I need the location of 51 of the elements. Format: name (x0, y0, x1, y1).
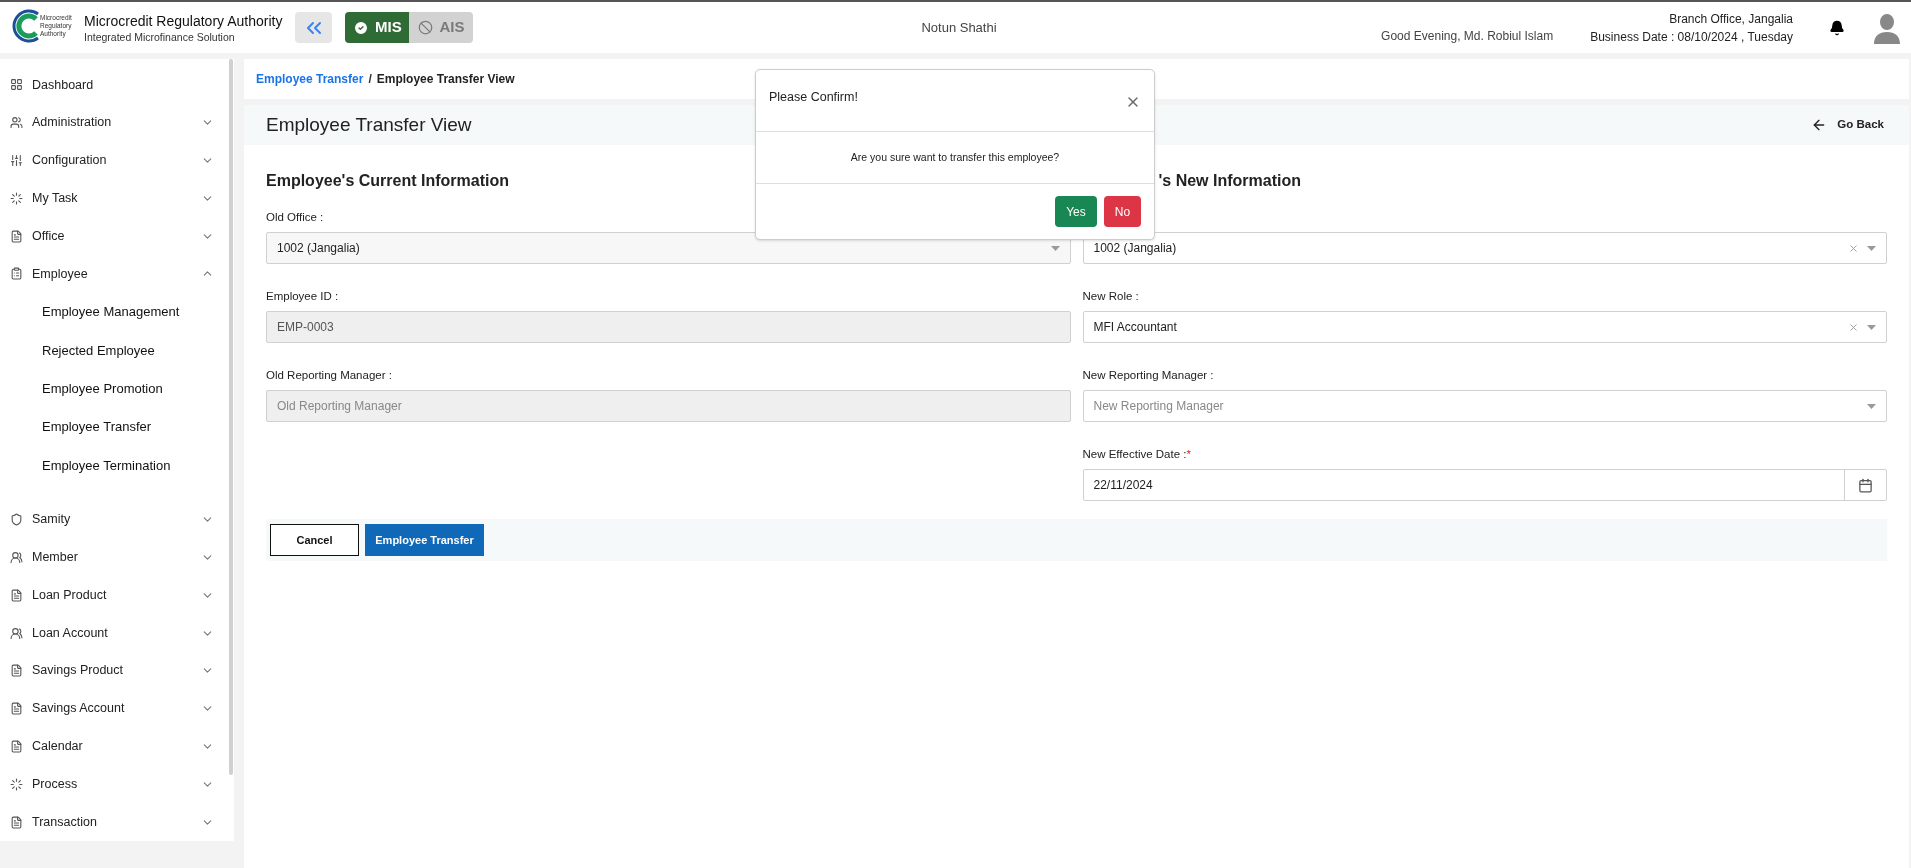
sidebar-item[interactable]: Office (0, 217, 234, 255)
cancel-button[interactable]: Cancel (270, 524, 359, 556)
breadcrumb-link[interactable]: Employee Transfer (256, 70, 364, 88)
sidebar-item[interactable]: Savings Product (0, 651, 234, 690)
field-label: Old Office : (266, 210, 325, 224)
field-label: New Role : (1082, 289, 1140, 303)
field-label: New Effective Date :* (1082, 447, 1192, 461)
sidebar-subitem[interactable]: Employee Management (0, 292, 234, 332)
select-field[interactable]: MFI Accountant (1082, 311, 1887, 343)
sidebar-item[interactable]: Samity (0, 500, 234, 539)
app-title: Notun Shathi (921, 18, 997, 37)
org-subtitle: Integrated Microfinance Solution (84, 29, 236, 44)
sidebar-item[interactable]: Configuration (0, 141, 234, 180)
sidebar-item[interactable]: Calendar (0, 727, 234, 766)
sidebar-item[interactable]: Member (0, 538, 234, 577)
sidebar-subitem[interactable]: Employee Termination (0, 446, 234, 485)
sidebar-item[interactable]: Transaction (0, 803, 234, 841)
breadcrumb-separator: / (368, 71, 372, 88)
select-field[interactable]: 1002 (Jangalia) (266, 232, 1071, 264)
yes-button[interactable]: Yes (1055, 196, 1097, 227)
sidebar-subitem[interactable]: Employee Promotion (0, 369, 234, 408)
field-label: Old Reporting Manager : (266, 368, 393, 382)
sidebar-item[interactable]: My Task (0, 179, 234, 218)
transfer-button[interactable]: Employee Transfer (365, 524, 484, 556)
sidebar-item[interactable]: Employee (0, 255, 234, 293)
sidebar-item[interactable]: Loan Product (0, 576, 234, 615)
select-field[interactable]: New Reporting Manager (1082, 390, 1887, 422)
greeting: Good Evening, Md. Robiul Islam (1381, 27, 1554, 45)
select-field[interactable]: 1002 (Jangalia) (1082, 232, 1887, 264)
section-heading: Employee's Current Information (266, 171, 510, 191)
go-back-button[interactable]: Go Back (1811, 116, 1884, 134)
dialog-title: Please Confirm! (769, 89, 858, 106)
sidebar-subitem[interactable]: Rejected Employee (0, 331, 234, 370)
date-field[interactable]: 22/11/2024 (1082, 469, 1887, 501)
sidebar-item[interactable]: Savings Account (0, 689, 234, 728)
sidebar-item[interactable]: Loan Account (0, 614, 234, 652)
field-label: Employee ID : (266, 289, 340, 303)
field-label: New Reporting Manager : (1082, 368, 1215, 382)
business-date: Business Date : 08/10/2024 , Tuesday (1590, 28, 1793, 46)
sidebar-item[interactable]: Process (0, 765, 234, 804)
sidebar-item[interactable]: Administration (0, 103, 234, 142)
page-title: Employee Transfer View (266, 112, 473, 137)
branch-name: Branch Office, Jangalia (1669, 10, 1793, 28)
sidebar-item[interactable]: Dashboard (0, 66, 234, 104)
section-heading: 's New Information (1157, 171, 1302, 191)
breadcrumb-current: Employee Transfer View (376, 71, 515, 88)
mode-toggle[interactable]: MIS (345, 12, 410, 43)
org-title: Microcredit Regulatory Authority (84, 11, 283, 30)
no-button[interactable]: No (1104, 196, 1141, 227)
sidebar-subitem[interactable]: Employee Transfer (0, 407, 234, 447)
dialog-message: Are you sure want to transfer this employee? (850, 149, 1060, 165)
